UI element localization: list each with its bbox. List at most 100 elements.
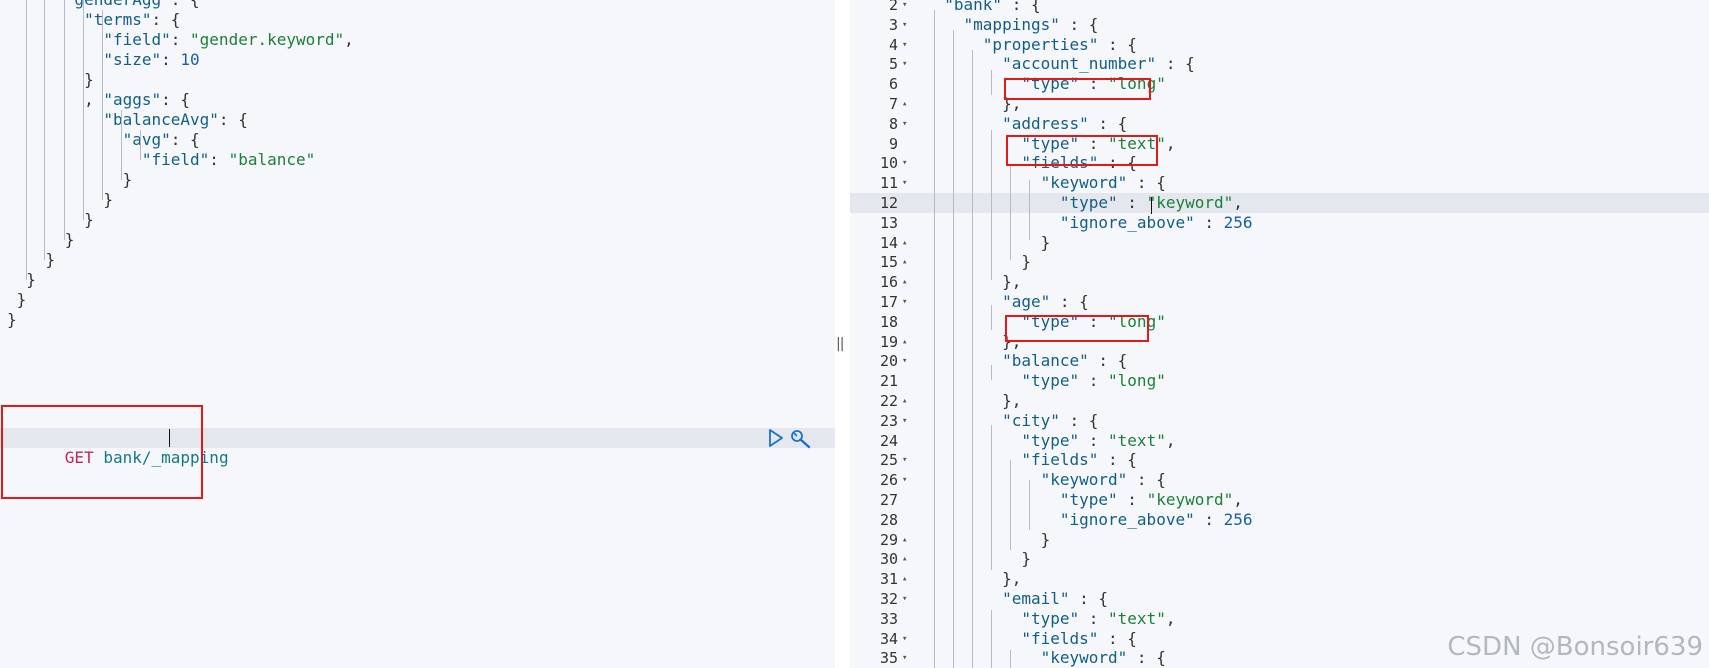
code-token: "mappings"	[963, 14, 1060, 34]
line-number: 26	[879, 471, 898, 490]
play-icon[interactable]	[768, 429, 784, 447]
fold-arrow-up-icon[interactable]: ▴	[902, 530, 912, 550]
code-line[interactable]: }	[0, 190, 835, 210]
line-number: 3	[888, 15, 898, 34]
code-line[interactable]: 19 ▴ },	[850, 332, 1709, 352]
code-line[interactable]: 12 "type" : "keyword",	[850, 193, 1709, 213]
code-line[interactable]: }	[0, 290, 835, 310]
fold-arrow-down-icon[interactable]: ▾	[902, 54, 912, 74]
code-line[interactable]: 26 ▾ "keyword" : {	[850, 470, 1709, 490]
code-token: "type"	[1021, 430, 1080, 450]
fold-arrow-up-icon[interactable]: ▴	[902, 391, 912, 411]
fold-arrow-up-icon[interactable]: ▴	[902, 332, 912, 352]
fold-arrow-down-icon[interactable]: ▾	[902, 411, 912, 431]
code-line[interactable]: 31 ▴ },	[850, 569, 1709, 589]
fold-arrow-down-icon[interactable]: ▾	[902, 153, 912, 173]
code-line[interactable]: 20 ▾ "balance" : {	[850, 351, 1709, 371]
code-line[interactable]: }	[0, 230, 835, 250]
code-token: "account_number"	[1002, 54, 1157, 74]
fold-arrow-up-icon[interactable]: ▴	[902, 252, 912, 272]
code-line[interactable]: "field": "gender.keyword",	[0, 30, 835, 50]
fold-arrow-down-icon[interactable]: ▾	[902, 450, 912, 470]
code-line[interactable]: 32 ▾ "email" : {	[850, 589, 1709, 609]
code-line[interactable]: 24 "type" : "text",	[850, 431, 1709, 451]
code-line[interactable]: }	[0, 210, 835, 230]
fold-arrow-down-icon[interactable]: ▾	[902, 292, 912, 312]
text-cursor	[1151, 197, 1152, 214]
code-token: }	[7, 190, 113, 209]
code-text: "properties" : {	[925, 35, 1137, 55]
code-line[interactable]: }	[0, 70, 835, 90]
fold-arrow-up-icon[interactable]: ▴	[902, 569, 912, 589]
code-line[interactable]: "size": 10	[0, 50, 835, 70]
fold-arrow-down-icon[interactable]: ▾	[902, 0, 912, 15]
pane-divider[interactable]	[835, 0, 850, 668]
code-token: "text"	[1108, 430, 1166, 450]
code-line[interactable]: 27 "type" : "keyword",	[850, 490, 1709, 510]
fold-arrow-up-icon[interactable]: ▴	[902, 272, 912, 292]
code-line[interactable]: "avg": {	[0, 130, 835, 150]
code-line[interactable]: }	[0, 270, 835, 290]
code-line[interactable]: 15 ▴ }	[850, 252, 1709, 272]
fold-arrow-up-icon[interactable]: ▴	[902, 549, 912, 569]
indent-guide	[991, 610, 992, 668]
fold-arrow-down-icon[interactable]: ▾	[902, 589, 912, 609]
request-highlight-box	[1, 405, 203, 499]
line-number: 15	[879, 253, 898, 272]
code-line[interactable]: "balanceAvg": {	[0, 110, 835, 130]
code-line[interactable]: 9 "type" : "text",	[850, 134, 1709, 154]
code-token: "field"	[103, 30, 171, 49]
code-text: }	[925, 233, 1051, 253]
code-line[interactable]: 21 "type" : "long"	[850, 371, 1709, 391]
line-number: 5	[888, 55, 898, 74]
fold-arrow-down-icon[interactable]: ▾	[902, 173, 912, 193]
fold-arrow-down-icon[interactable]: ▾	[902, 470, 912, 490]
code-token: :	[1194, 212, 1224, 232]
code-line[interactable]: }	[0, 310, 835, 330]
code-line[interactable]: 2 ▾ "bank" : {	[850, 0, 1709, 15]
fold-arrow-up-icon[interactable]: ▴	[902, 233, 912, 253]
code-line[interactable]: 8 ▾ "address" : {	[850, 114, 1709, 134]
code-line[interactable]: 29 ▴ }	[850, 530, 1709, 550]
fold-arrow-down-icon[interactable]: ▾	[902, 35, 912, 55]
resize-handle-icon[interactable]: ||	[836, 336, 845, 352]
code-line[interactable]: 17 ▾ "age" : {	[850, 292, 1709, 312]
code-token: }	[7, 270, 36, 289]
code-line[interactable]: "terms": {	[0, 10, 835, 30]
indent-guide	[44, 0, 45, 260]
wrench-icon[interactable]	[790, 429, 812, 449]
fold-arrow-up-icon[interactable]: ▴	[902, 94, 912, 114]
code-line[interactable]: 4 ▾ "properties" : {	[850, 35, 1709, 55]
code-line[interactable]: 18 "type" : "long"	[850, 312, 1709, 332]
response-viewer-pane[interactable]: 2 ▾ "bank" : {3 ▾ "mappings" : {4 ▾ "proper…	[850, 0, 1709, 668]
code-line[interactable]: 33 "type" : "text",	[850, 609, 1709, 629]
code-line[interactable]: 28 "ignore_above" : 256	[850, 510, 1709, 530]
fold-arrow-down-icon[interactable]: ▾	[902, 648, 912, 668]
request-editor-pane[interactable]: "genderAgg": { "terms": { "field": "gend…	[0, 0, 835, 668]
code-line[interactable]: 5 ▾ "account_number" : {	[850, 54, 1709, 74]
fold-arrow-down-icon[interactable]: ▾	[902, 629, 912, 649]
code-line[interactable]: 3 ▾ "mappings" : {	[850, 15, 1709, 35]
code-line[interactable]: 30 ▴ }	[850, 549, 1709, 569]
code-line[interactable]: 11 ▾ "keyword" : {	[850, 173, 1709, 193]
fold-arrow-down-icon[interactable]: ▾	[902, 15, 912, 35]
code-line[interactable]: "genderAgg": {	[0, 0, 835, 10]
code-token: :	[1117, 490, 1147, 509]
code-line[interactable]: 25 ▾ "fields" : {	[850, 450, 1709, 470]
code-line[interactable]: }	[0, 250, 835, 270]
code-line[interactable]: }	[0, 170, 835, 190]
code-token: : {	[1059, 14, 1099, 34]
fold-arrow-down-icon[interactable]: ▾	[902, 351, 912, 371]
code-line[interactable]: 14 ▴ }	[850, 233, 1709, 253]
fold-arrow-down-icon[interactable]: ▾	[902, 114, 912, 134]
code-line[interactable]: "field": "balance"	[0, 150, 835, 170]
code-line[interactable]: 23 ▾ "city" : {	[850, 411, 1709, 431]
code-line[interactable]: , "aggs": {	[0, 90, 835, 110]
code-line[interactable]: 16 ▴ },	[850, 272, 1709, 292]
code-line[interactable]: 10 ▾ "fields" : {	[850, 153, 1709, 173]
code-line[interactable]: 6 "type" : "long"	[850, 74, 1709, 94]
code-line[interactable]: 13 "ignore_above" : 256	[850, 213, 1709, 233]
code-line[interactable]: 7 ▴ },	[850, 94, 1709, 114]
code-line[interactable]: 22 ▴ },	[850, 391, 1709, 411]
